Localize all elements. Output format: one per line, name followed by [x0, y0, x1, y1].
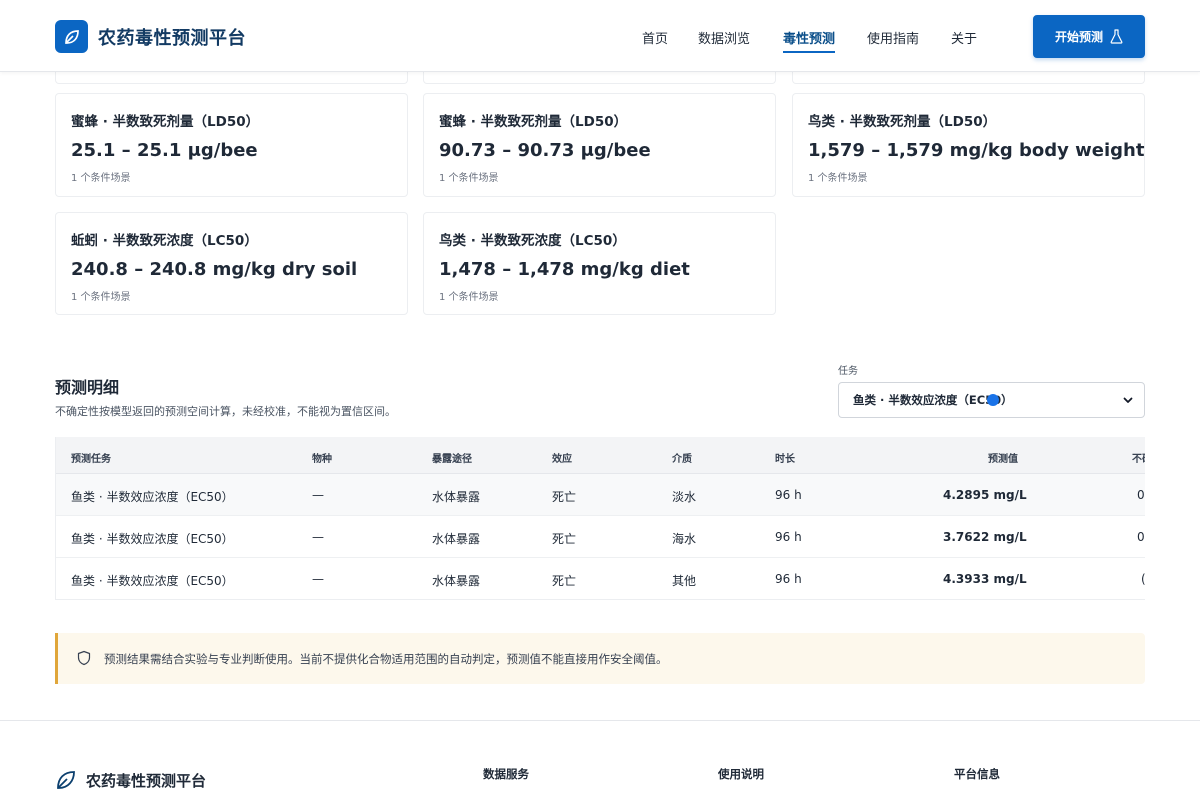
cell-duration: 96 h: [775, 572, 802, 586]
table-row: 鱼类 · 半数效应浓度（EC50） — 水体暴露 死亡 其他 96 h 4.39…: [56, 558, 1145, 599]
card-title: 蚯蚓 · 半数致死浓度（LC50）: [71, 233, 258, 249]
col-duration: 时长: [775, 454, 795, 465]
cursor-dot-icon: [987, 394, 999, 406]
start-prediction-label: 开始预测: [1054, 30, 1103, 44]
col-predicted: 预测值: [988, 454, 1018, 465]
card-title: 鸟类 · 半数致死剂量（LD50）: [808, 114, 997, 130]
cell-exposure: 水体暴露: [432, 532, 481, 546]
cell-task: 鱼类 · 半数效应浓度（EC50）: [71, 490, 234, 504]
card-scenario-count: 1 个条件场景: [71, 292, 131, 303]
task-select[interactable]: 鱼类 · 半数效应浓度（EC50）: [838, 382, 1145, 418]
leaf-logo-icon: [57, 771, 75, 789]
footer-brand-title: 农药毒性预测平台: [86, 771, 207, 790]
nav-home[interactable]: 首页: [642, 28, 668, 47]
card-value: 90.73 – 90.73 μg/bee: [439, 140, 651, 161]
nav-user-guide[interactable]: 使用指南: [867, 28, 919, 47]
card-scenario-count: 1 个条件场景: [439, 173, 499, 184]
cell-species: —: [312, 572, 324, 586]
footer-col-platform-info: 平台信息: [954, 767, 1000, 781]
section-title: 预测明细: [55, 378, 120, 397]
cell-medium: 其他: [672, 574, 697, 588]
cell-predicted: 4.3933 mg/L: [943, 572, 1027, 586]
brand[interactable]: 农药毒性预测平台: [55, 20, 246, 53]
col-task: 预测任务: [71, 454, 111, 465]
cell-uncertainty: 0.: [1137, 530, 1145, 544]
nav-about[interactable]: 关于: [951, 28, 977, 47]
start-prediction-button[interactable]: 开始预测: [1033, 15, 1145, 58]
footer-col-instructions: 使用说明: [718, 767, 764, 781]
cell-predicted: 3.7622 mg/L: [943, 530, 1027, 544]
cell-predicted: 4.2895 mg/L: [943, 488, 1027, 502]
cell-uncertainty: (: [1141, 572, 1145, 586]
col-effect: 效应: [552, 454, 572, 465]
cell-medium: 海水: [672, 532, 697, 546]
cell-uncertainty: 0.: [1137, 488, 1145, 502]
col-exposure: 暴露途径: [432, 454, 472, 465]
cell-species: —: [312, 488, 324, 502]
cell-exposure: 水体暴露: [432, 574, 481, 588]
cell-effect: 死亡: [552, 490, 577, 504]
cell-duration: 96 h: [775, 530, 802, 544]
col-uncertainty: 不确: [1132, 454, 1145, 465]
summary-card: 鸟类 · 半数致死剂量（LD50） 1,579 – 1,579 mg/kg bo…: [792, 93, 1145, 197]
footer: 农药毒性预测平台 数据服务 使用说明 平台信息: [0, 720, 1200, 800]
top-header: 农药毒性预测平台 首页 数据浏览 毒性预测 使用指南 关于 开始预测: [0, 0, 1200, 72]
cell-medium: 淡水: [672, 490, 697, 504]
card-title: 鸟类 · 半数致死浓度（LC50）: [439, 233, 626, 249]
card-partial: [792, 72, 1145, 84]
col-medium: 介质: [672, 454, 692, 465]
card-value: 25.1 – 25.1 μg/bee: [71, 140, 258, 161]
card-value: 1,579 – 1,579 mg/kg body weight: [808, 140, 1145, 161]
task-label: 任务: [838, 366, 858, 377]
cell-duration: 96 h: [775, 488, 802, 502]
card-value: 240.8 – 240.8 mg/kg dry soil: [71, 259, 358, 280]
card-partial: [55, 72, 408, 84]
table-row: 鱼类 · 半数效应浓度（EC50） — 水体暴露 死亡 海水 96 h 3.76…: [56, 516, 1145, 558]
cell-exposure: 水体暴露: [432, 490, 481, 504]
prediction-table: 预测任务 物种 暴露途径 效应 介质 时长 预测值 不确 鱼类 · 半数效应浓度…: [55, 437, 1145, 600]
shield-icon: [77, 650, 91, 666]
table-header: 预测任务 物种 暴露途径 效应 介质 时长 预测值 不确: [56, 437, 1145, 474]
cell-effect: 死亡: [552, 532, 577, 546]
card-scenario-count: 1 个条件场景: [439, 292, 499, 303]
cell-species: —: [312, 530, 324, 544]
nav-toxicity-prediction[interactable]: 毒性预测: [783, 28, 836, 53]
summary-card: 蚯蚓 · 半数致死浓度（LC50） 240.8 – 240.8 mg/kg dr…: [55, 212, 408, 315]
section-description: 不确定性按模型返回的预测空间计算，未经校准，不能视为置信区间。: [55, 405, 396, 418]
card-partial: [423, 72, 776, 84]
summary-card: 蜜蜂 · 半数致死剂量（LD50） 25.1 – 25.1 μg/bee 1 个…: [55, 93, 408, 197]
card-title: 蜜蜂 · 半数致死剂量（LD50）: [439, 114, 628, 130]
card-scenario-count: 1 个条件场景: [71, 173, 131, 184]
summary-card: 鸟类 · 半数致死浓度（LC50） 1,478 – 1,478 mg/kg di…: [423, 212, 776, 315]
card-title: 蜜蜂 · 半数致死剂量（LD50）: [71, 114, 260, 130]
disclaimer-text: 预测结果需结合实验与专业判断使用。当前不提供化合物适用范围的自动判定，预测值不能…: [104, 652, 668, 666]
table-row: 鱼类 · 半数效应浓度（EC50） — 水体暴露 死亡 淡水 96 h 4.28…: [56, 474, 1145, 516]
nav-data-browse[interactable]: 数据浏览: [698, 28, 750, 47]
chevron-down-icon: [1123, 397, 1133, 403]
footer-col-data-services: 数据服务: [483, 767, 529, 781]
cell-effect: 死亡: [552, 574, 577, 588]
cell-task: 鱼类 · 半数效应浓度（EC50）: [71, 532, 234, 546]
cell-task: 鱼类 · 半数效应浓度（EC50）: [71, 574, 234, 588]
card-scenario-count: 1 个条件场景: [808, 173, 868, 184]
col-species: 物种: [312, 454, 332, 465]
leaf-logo-icon: [55, 20, 88, 53]
summary-card: 蜜蜂 · 半数致死剂量（LD50） 90.73 – 90.73 μg/bee 1…: [423, 93, 776, 197]
disclaimer-alert: 预测结果需结合实验与专业判断使用。当前不提供化合物适用范围的自动判定，预测值不能…: [55, 633, 1145, 684]
brand-title: 农药毒性预测平台: [98, 27, 246, 49]
footer-brand[interactable]: 农药毒性预测平台: [55, 769, 206, 791]
card-value: 1,478 – 1,478 mg/kg diet: [439, 259, 690, 280]
flask-icon: [1110, 29, 1123, 44]
